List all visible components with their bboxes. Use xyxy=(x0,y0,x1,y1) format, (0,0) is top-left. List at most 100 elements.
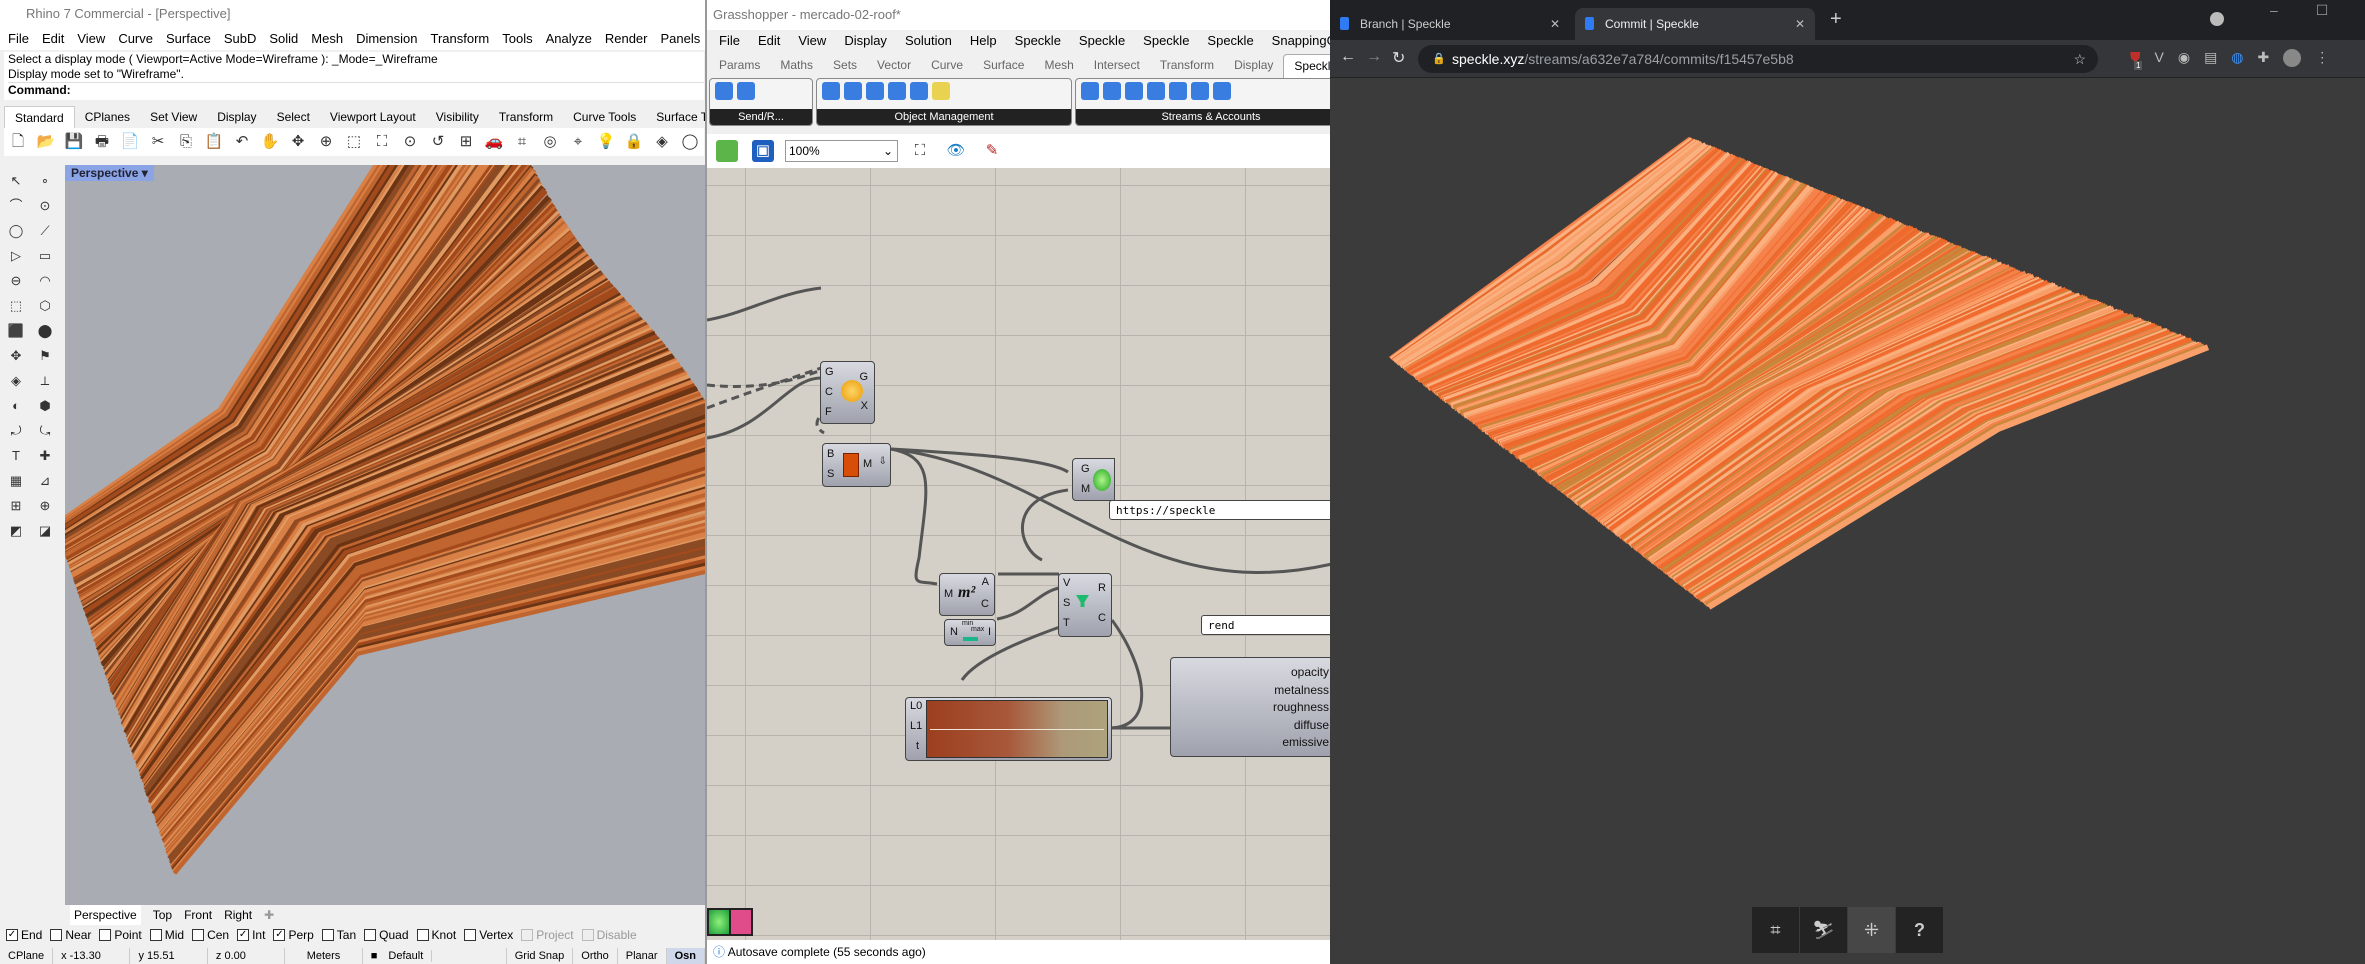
viewport-label[interactable]: Perspective ▾ xyxy=(65,165,154,181)
menu-kebab-icon[interactable]: ⋮ xyxy=(2315,49,2329,67)
cplane-status[interactable]: CPlane xyxy=(0,948,54,964)
menu-transform[interactable]: Transform xyxy=(430,28,489,50)
checkbox[interactable] xyxy=(581,929,594,941)
circle-icon[interactable]: ◎ xyxy=(539,131,561,153)
menu-analyze[interactable]: Analyze xyxy=(546,28,592,50)
section-box-button[interactable]: ⛷ xyxy=(1800,907,1847,953)
cplane-icon[interactable]: ⌗ xyxy=(511,131,533,153)
left-tool-icon[interactable]: ⤿ xyxy=(33,420,57,442)
preview-toggle-icon[interactable] xyxy=(709,910,729,934)
checkbox[interactable] xyxy=(464,929,477,941)
render-panel[interactable]: rend xyxy=(1201,615,1330,635)
osnap-toggle[interactable]: Osn xyxy=(666,948,705,964)
pan-icon[interactable]: ✋ xyxy=(259,131,281,153)
speckle-component-icon[interactable] xyxy=(844,82,862,100)
speckle-component-icon[interactable] xyxy=(822,82,840,100)
checkbox[interactable] xyxy=(521,929,534,941)
add-viewport-tab-icon[interactable]: ✚ xyxy=(264,905,274,925)
osnap-point[interactable]: Point xyxy=(99,928,142,942)
close-tab-icon[interactable]: ✕ xyxy=(1550,8,1560,40)
menu-subd[interactable]: SubD xyxy=(224,28,257,50)
viewport-tab-top[interactable]: Top xyxy=(153,905,172,925)
speckle-3d-viewer[interactable] xyxy=(1330,78,2365,964)
preview-eye-icon[interactable]: 👁 xyxy=(945,140,967,162)
left-tool-icon[interactable]: ⬤ xyxy=(33,320,57,342)
car-icon[interactable]: 🚗 xyxy=(483,131,505,153)
left-tool-icon[interactable]: ∘ xyxy=(33,170,57,192)
gh-node-bounds[interactable]: N min max I xyxy=(944,619,996,646)
osnap-mid[interactable]: Mid xyxy=(149,928,184,942)
new-tab-button[interactable]: + xyxy=(1830,8,1842,31)
command-prompt[interactable]: Command: xyxy=(8,82,704,98)
expand-arrow-icon[interactable]: ⇩ xyxy=(879,456,887,467)
left-tool-icon[interactable]: ⬡ xyxy=(33,295,57,317)
tab-set-view[interactable]: Set View xyxy=(140,106,207,128)
osnap-project[interactable]: Project xyxy=(521,928,574,942)
gradient-line[interactable] xyxy=(930,729,1104,730)
gh-node-area[interactable]: M m² AC xyxy=(939,573,995,616)
print-icon[interactable]: 🖶 xyxy=(91,131,113,153)
sketch-pen-icon[interactable]: ✎ xyxy=(981,140,1003,162)
menu-solid[interactable]: Solid xyxy=(269,28,298,50)
back-button[interactable]: ← xyxy=(1340,48,1356,66)
extension-icon[interactable]: ▤ xyxy=(2204,49,2217,67)
checkbox[interactable] xyxy=(364,929,377,941)
four-viewports-icon[interactable]: ⊞ xyxy=(455,131,477,153)
left-tool-icon[interactable]: ◈ xyxy=(4,370,28,392)
speckle-component-icon[interactable] xyxy=(1125,82,1143,100)
checkbox[interactable] xyxy=(149,929,162,941)
left-tool-icon[interactable]: ⟂ xyxy=(33,370,57,392)
zoom-extents-icon[interactable]: ⛶ xyxy=(371,131,393,153)
gh-node-remap[interactable]: VST RC xyxy=(1058,573,1112,637)
menu-file[interactable]: File xyxy=(8,28,29,50)
viewport-tab-perspective[interactable]: Perspective xyxy=(70,905,141,925)
menu-render[interactable]: Render xyxy=(605,28,648,50)
zoom-extents-icon[interactable]: ⛶ xyxy=(909,140,931,162)
rotate-icon[interactable]: ✥ xyxy=(287,131,309,153)
cut-icon[interactable]: ✂ xyxy=(147,131,169,153)
checkbox[interactable] xyxy=(321,929,334,941)
left-tool-icon[interactable]: ▭ xyxy=(33,245,57,267)
gh-menu-help[interactable]: Help xyxy=(970,30,997,52)
gh-menu-snappinggecko[interactable]: SnappingGecko xyxy=(1272,30,1330,52)
osnap-vertex[interactable]: Vertex xyxy=(464,928,513,942)
left-tool-icon[interactable]: ⌒ xyxy=(4,195,28,217)
osnap-perp[interactable]: ✓ Perp xyxy=(273,928,314,942)
zoom-extents-button[interactable]: ⌗ xyxy=(1752,907,1799,953)
extension-icon[interactable]: ◍ xyxy=(2231,49,2243,67)
color-wheel-icon[interactable]: ◯ xyxy=(679,131,701,153)
speckle-component-icon[interactable] xyxy=(737,82,755,100)
save-file-icon[interactable]: ▣ xyxy=(752,140,774,162)
undo-icon[interactable]: ↶ xyxy=(231,131,253,153)
speckle-component-icon[interactable] xyxy=(1103,82,1121,100)
tab-branch[interactable]: Branch | Speckle ✕ xyxy=(1330,8,1570,40)
gh-menu-file[interactable]: File xyxy=(719,30,740,52)
lock-icon[interactable]: 🔒 xyxy=(623,131,645,153)
gh-menu-solution[interactable]: Solution xyxy=(905,30,952,52)
speckle-component-icon[interactable] xyxy=(910,82,928,100)
gradient-bar[interactable] xyxy=(926,700,1108,758)
viewport-tab-front[interactable]: Front xyxy=(184,905,212,925)
tab-commit[interactable]: Commit | Speckle ✕ xyxy=(1575,8,1815,40)
gh-menu-speckle[interactable]: Speckle xyxy=(1143,30,1189,52)
maximize-button[interactable]: ☐ xyxy=(2316,2,2329,19)
left-tool-icon[interactable]: ◯ xyxy=(4,220,28,242)
tab-transform[interactable]: Transform xyxy=(489,106,563,128)
tab-select[interactable]: Select xyxy=(267,106,320,128)
new-icon[interactable]: 🗋 xyxy=(7,131,29,153)
grid-snap-toggle[interactable]: Grid Snap xyxy=(507,948,574,964)
ortho-toggle[interactable]: Ortho xyxy=(573,948,618,964)
tab-search-icon[interactable] xyxy=(2210,12,2224,26)
speckle-component-icon[interactable] xyxy=(1169,82,1187,100)
gh-node-speckle-material[interactable]: opacity metalness roughness diffuse emissive xyxy=(1170,657,1330,757)
point-icon[interactable]: ⌖ xyxy=(567,131,589,153)
speckle-component-icon[interactable] xyxy=(932,82,950,100)
material-icon[interactable]: ◈ xyxy=(651,131,673,153)
zoom-selected-icon[interactable]: ⊙ xyxy=(399,131,421,153)
gh-menu-speckle[interactable]: Speckle xyxy=(1207,30,1253,52)
osnap-near[interactable]: Near xyxy=(50,928,91,942)
gh-menu-edit[interactable]: Edit xyxy=(758,30,780,52)
osnap-disable[interactable]: Disable xyxy=(581,928,637,942)
reload-button[interactable]: ↻ xyxy=(1392,48,1405,68)
tab-viewport-layout[interactable]: Viewport Layout xyxy=(320,106,426,128)
